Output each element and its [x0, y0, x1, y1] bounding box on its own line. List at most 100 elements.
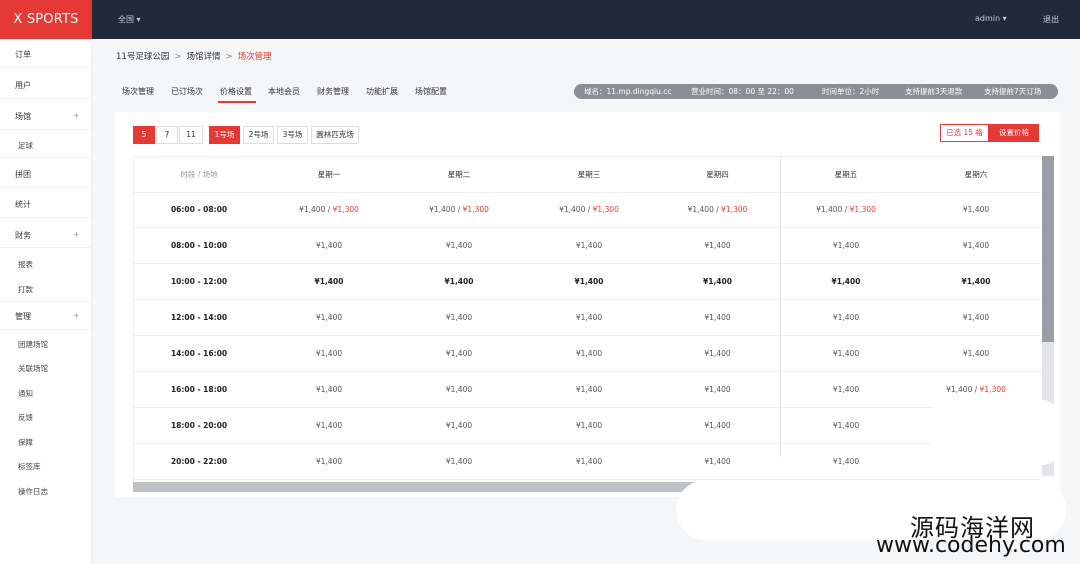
price-cell[interactable]: ¥1,400: [781, 444, 911, 480]
expand-icon[interactable]: +: [73, 111, 80, 120]
price-cell[interactable]: ¥1,400 / ¥1,300: [654, 192, 781, 228]
price-regular: ¥1,400 /: [816, 205, 850, 214]
price-cell[interactable]: ¥1,400: [911, 300, 1041, 336]
price-cell[interactable]: ¥1,400: [524, 444, 654, 480]
price-cell[interactable]: ¥1,400 / ¥1,300: [264, 192, 394, 228]
price-regular: ¥1,400: [832, 385, 860, 394]
price-table: 时段 / 场地 星期一 星期二 星期三 星期四 星期五 星期六 06:00 - 08:00 ¥1…: [133, 156, 1041, 484]
price-cell[interactable]: ¥1,400: [524, 300, 654, 336]
price-cell[interactable]: ¥1,400: [654, 408, 781, 444]
breadcrumb: 11号足球公园 > 场馆详情 > 场次管理: [116, 50, 272, 62]
price-cell[interactable]: ¥1,400: [264, 300, 394, 336]
sidebar-item-label: 反馈: [18, 413, 33, 422]
price-discount: ¥1,300: [462, 205, 489, 214]
time-slot-label: 18:00 - 20:00: [170, 421, 228, 430]
overlay-blob: [930, 400, 1060, 465]
tab-session-management[interactable]: 场次管理: [122, 86, 154, 97]
price-cell[interactable]: ¥1,400 / ¥1,300: [524, 192, 654, 228]
expand-icon[interactable]: +: [73, 230, 80, 239]
price-regular: ¥1,400: [704, 349, 731, 358]
breadcrumb-venue[interactable]: 11号足球公园: [116, 52, 169, 62]
price-cell[interactable]: ¥1,400: [781, 336, 911, 372]
price-cell[interactable]: ¥1,400: [524, 264, 654, 300]
table-corner-label: 时段 / 场地: [180, 170, 218, 179]
price-cell[interactable]: ¥1,400: [264, 336, 394, 372]
tab-finance[interactable]: 财务管理: [317, 86, 349, 97]
sidebar-item-label: 统计: [15, 200, 31, 209]
price-cell[interactable]: ¥1,400: [911, 264, 1041, 300]
price-cell[interactable]: ¥1,400: [264, 372, 394, 408]
top-navbar: X SPORTS 全国 ▾ admin ▾ 退出: [0, 0, 1080, 39]
sidebar-item-label: 操作日志: [18, 487, 48, 496]
price-cell[interactable]: ¥1,400: [264, 444, 394, 480]
price-cell[interactable]: ¥1,400: [394, 300, 524, 336]
price-regular: ¥1,400: [445, 421, 473, 430]
time-slot-label: 16:00 - 18:00: [170, 385, 228, 394]
price-cell[interactable]: ¥1,400 / ¥1,300: [394, 192, 524, 228]
size-filter-7[interactable]: 7: [156, 126, 178, 144]
price-cell[interactable]: ¥1,400: [911, 336, 1041, 372]
price-cell[interactable]: ¥1,400: [654, 336, 781, 372]
sidebar-divider: [0, 187, 92, 188]
price-cell[interactable]: ¥1,400: [394, 228, 524, 264]
price-cell[interactable]: ¥1,400: [264, 228, 394, 264]
price-regular: ¥1,400: [962, 313, 990, 322]
price-regular: ¥1,400: [445, 241, 473, 250]
field-filter-olympic[interactable]: 園林匹克场: [311, 126, 359, 144]
time-slot-label: 14:00 - 16:00: [170, 349, 228, 358]
price-cell[interactable]: ¥1,400: [911, 228, 1041, 264]
price-cell[interactable]: ¥1,400: [524, 408, 654, 444]
set-price-button[interactable]: 设置价格: [989, 124, 1039, 142]
price-cell[interactable]: ¥1,400: [394, 444, 524, 480]
price-cell[interactable]: ¥1,400: [781, 300, 911, 336]
price-regular: ¥1,400: [962, 205, 990, 214]
user-menu[interactable]: admin ▾: [975, 14, 1007, 23]
price-cell[interactable]: ¥1,400: [911, 192, 1041, 228]
app-logo[interactable]: X SPORTS: [0, 0, 92, 39]
sidebar-divider: [0, 329, 92, 330]
table-header-day: 星期一: [317, 170, 341, 179]
price-cell[interactable]: ¥1,400: [781, 228, 911, 264]
field-filter-3[interactable]: 3号场: [277, 126, 308, 144]
price-cell[interactable]: ¥1,400: [394, 264, 524, 300]
price-cell[interactable]: ¥1,400: [524, 336, 654, 372]
tab-venue-config[interactable]: 场馆配置: [415, 86, 447, 97]
price-regular: ¥1,400: [704, 313, 731, 322]
table-header-row: 时段 / 场地 星期一 星期二 星期三 星期四 星期五 星期六: [134, 157, 1041, 193]
price-cell[interactable]: ¥1,400: [264, 264, 394, 300]
price-cell[interactable]: ¥1,400: [264, 408, 394, 444]
table-header-day: 星期四: [706, 170, 729, 179]
region-selector[interactable]: 全国 ▾: [118, 14, 141, 25]
price-cell[interactable]: ¥1,400: [781, 372, 911, 408]
field-filter-1[interactable]: 1号场: [209, 126, 240, 144]
price-cell[interactable]: ¥1,400: [394, 372, 524, 408]
price-cell[interactable]: ¥1,400: [781, 264, 911, 300]
price-cell[interactable]: ¥1,400: [524, 228, 654, 264]
price-cell[interactable]: ¥1,400: [654, 264, 781, 300]
tab-booked-sessions[interactable]: 已订场次: [171, 86, 203, 97]
sidebar-divider: [0, 67, 92, 68]
price-cell[interactable]: ¥1,400: [524, 372, 654, 408]
price-cell[interactable]: ¥1,400 / ¥1,300: [781, 192, 911, 228]
price-cell[interactable]: ¥1,400: [654, 228, 781, 264]
price-cell[interactable]: ¥1,400: [781, 408, 911, 444]
price-regular: ¥1,400: [315, 349, 343, 358]
price-cell[interactable]: ¥1,400: [654, 300, 781, 336]
price-cell[interactable]: ¥1,400: [654, 444, 781, 480]
sidebar-item-label: 通知: [18, 389, 33, 398]
logout-link[interactable]: 退出: [1043, 14, 1059, 25]
tab-extensions[interactable]: 功能扩展: [366, 86, 398, 97]
expand-icon[interactable]: +: [73, 311, 80, 320]
tab-local-members[interactable]: 本地会员: [268, 86, 300, 97]
field-filter-2[interactable]: 2号场: [243, 126, 274, 144]
price-cell[interactable]: ¥1,400: [394, 408, 524, 444]
vertical-scrollbar-thumb[interactable]: [1042, 156, 1054, 342]
tab-price-settings[interactable]: 价格设置: [220, 86, 252, 97]
selected-count: 已选 15 格: [940, 124, 989, 142]
size-filter-11[interactable]: 11: [179, 126, 203, 144]
breadcrumb-detail[interactable]: 场馆详情: [186, 52, 220, 62]
size-filter-5[interactable]: 5: [133, 126, 155, 144]
sidebar-item-label: 足球: [18, 141, 33, 150]
price-cell[interactable]: ¥1,400: [394, 336, 524, 372]
price-cell[interactable]: ¥1,400: [654, 372, 781, 408]
